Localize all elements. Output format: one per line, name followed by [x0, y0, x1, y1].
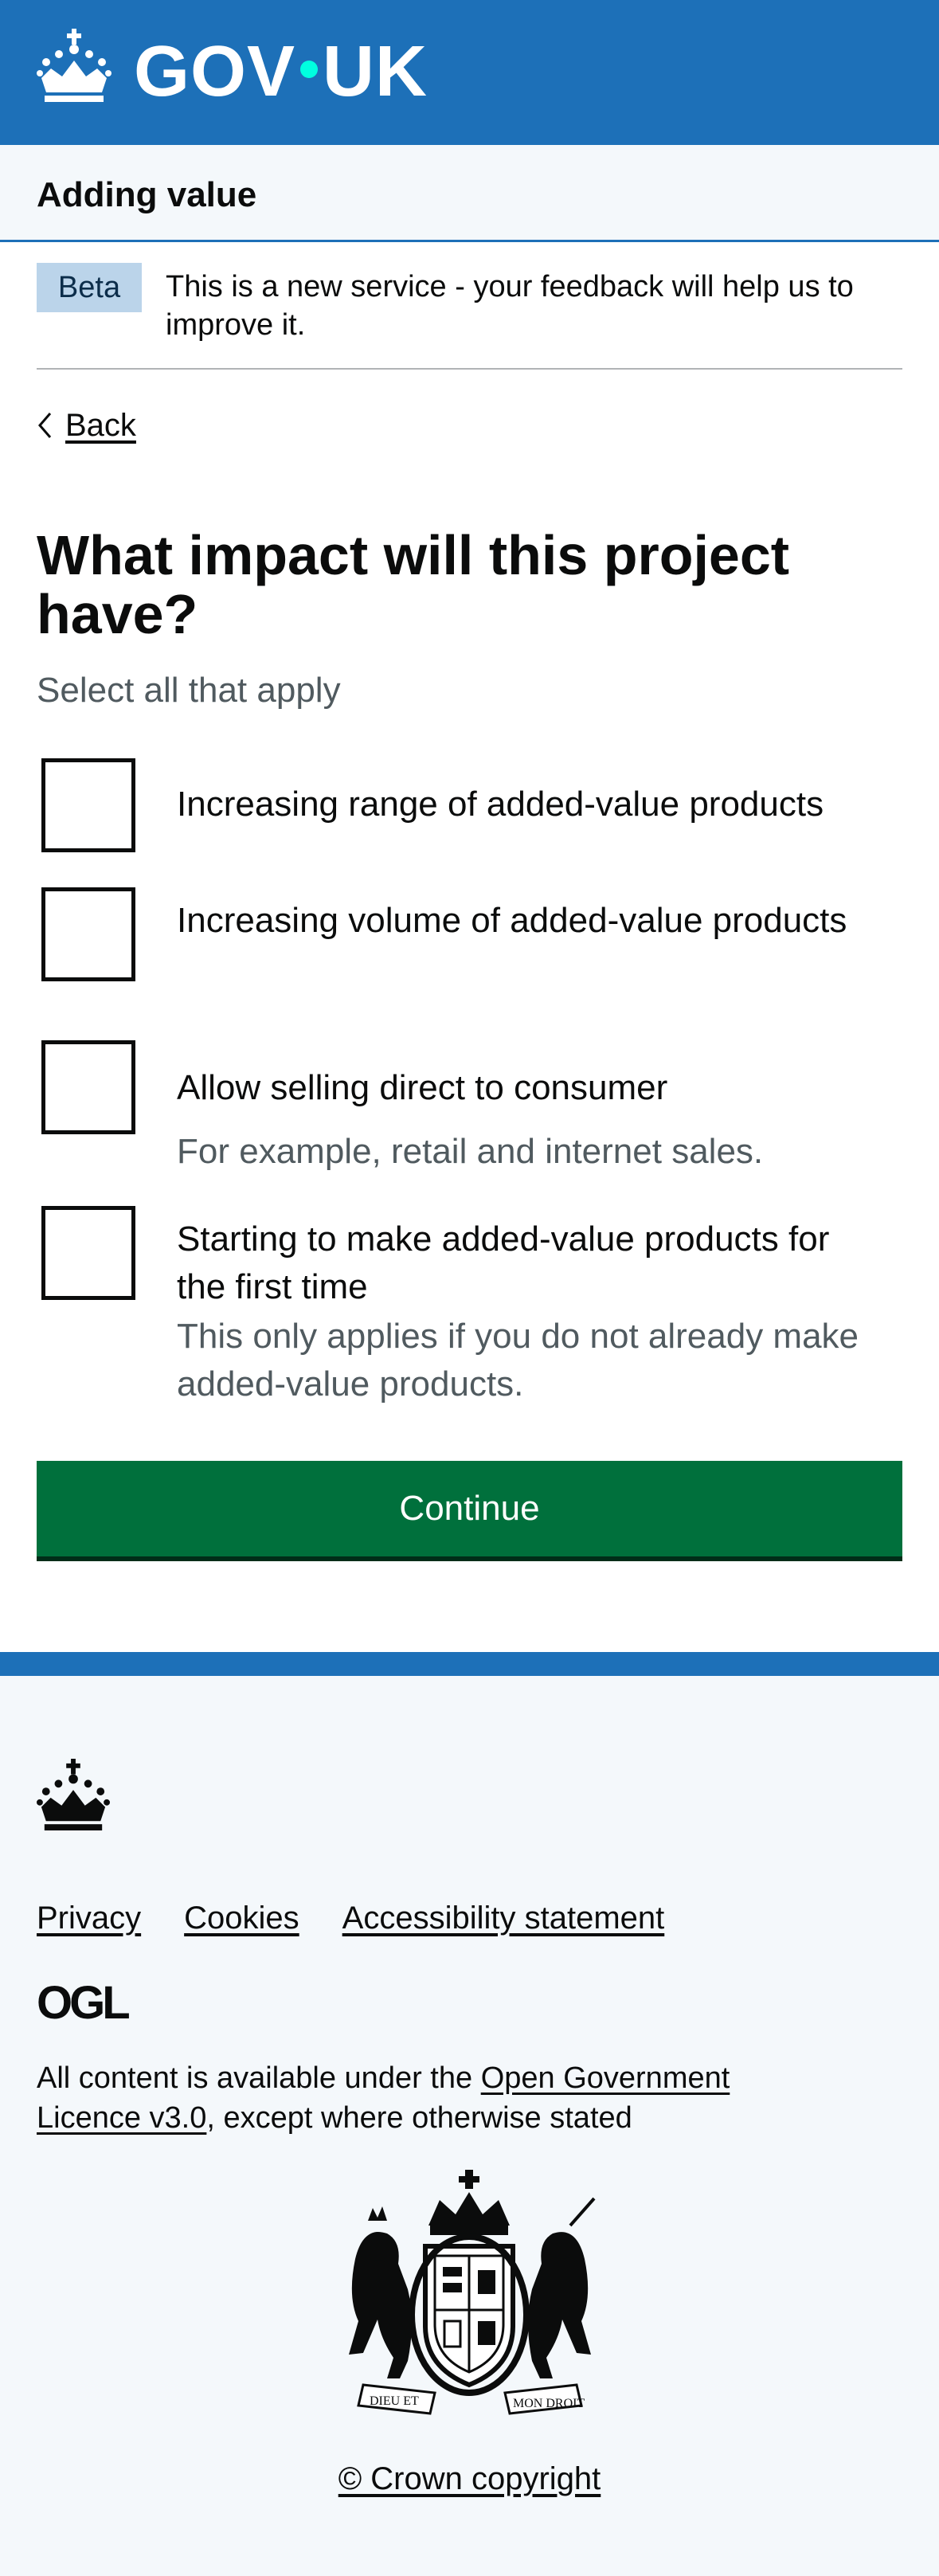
footer-link-privacy[interactable]: Privacy: [37, 1896, 141, 1940]
svg-text:OGL: OGL: [37, 1982, 129, 2023]
page-title: What impact will this project have?: [37, 524, 790, 645]
checkbox-label[interactable]: Allow selling direct to consumer: [177, 1064, 878, 1112]
licence-text: All content is available under the Open …: [37, 2061, 730, 2135]
phase-banner-text: This is a new service - your feedback wi…: [166, 270, 854, 342]
checkbox[interactable]: [41, 1206, 135, 1300]
checkbox-label[interactable]: Increasing range of added-value products: [177, 781, 878, 828]
crown-icon: [37, 1759, 110, 1830]
checkbox-hint: For example, retail and internet sales.: [177, 1132, 764, 1171]
checkbox[interactable]: [41, 758, 135, 852]
svg-text:MON DROIT: MON DROIT: [513, 2397, 585, 2410]
gov-uk-wordmark[interactable]: GOV UK: [134, 32, 428, 112]
back-link-label: Back: [65, 408, 136, 443]
phase-banner: Beta This is a new service - your feedba…: [37, 261, 902, 370]
chevron-left-icon: [38, 413, 52, 438]
service-navigation: Adding value: [0, 145, 939, 242]
svg-text:DIEU ET: DIEU ET: [370, 2394, 419, 2408]
footer: Privacy Cookies Accessibility statement …: [0, 1652, 939, 2576]
checkbox-label[interactable]: Starting to make added-value products fo…: [177, 1216, 878, 1311]
service-name[interactable]: Adding value: [37, 174, 256, 217]
gov-uk-header: GOV UK: [0, 0, 939, 145]
ogl-logo-icon: OGL: [37, 1982, 132, 2023]
wordmark-dot: [300, 61, 319, 79]
checkbox[interactable]: [41, 1040, 135, 1134]
back-link[interactable]: Back: [37, 403, 136, 448]
copyright-link[interactable]: © Crown copyright: [338, 2461, 601, 2496]
royal-coat-of-arms-icon: DIEU ET MON DROIT: [349, 2170, 596, 2415]
question-hint: Select all that apply: [37, 671, 341, 710]
checkbox[interactable]: [41, 887, 135, 981]
footer-links: Privacy Cookies Accessibility statement: [37, 1896, 664, 1940]
continue-button[interactable]: Continue: [37, 1461, 902, 1556]
phase-tag: Beta: [37, 263, 142, 312]
footer-link-accessibility[interactable]: Accessibility statement: [342, 1896, 665, 1940]
copyright: © Crown copyright: [0, 2457, 939, 2501]
checkbox-hint: This only applies if you do not already …: [177, 1317, 859, 1403]
crown-icon[interactable]: [35, 29, 113, 102]
footer-link-cookies[interactable]: Cookies: [184, 1896, 299, 1940]
checkbox-label[interactable]: Increasing volume of added-value product…: [177, 897, 878, 945]
